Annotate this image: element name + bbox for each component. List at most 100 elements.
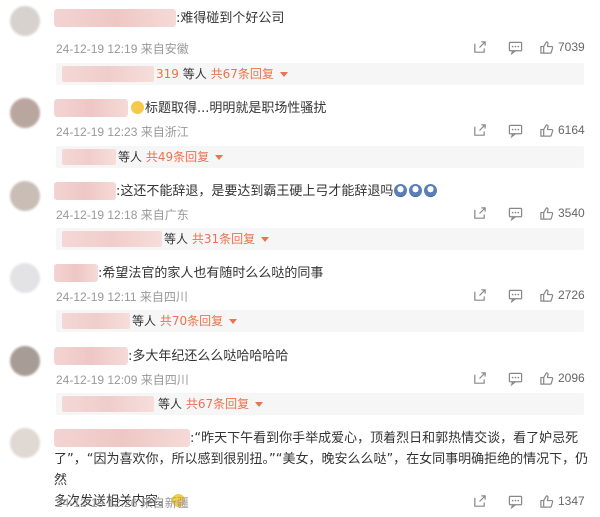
comment-icon	[508, 207, 522, 221]
reply-users-redacted	[62, 396, 154, 412]
like-count: 3540	[558, 206, 585, 220]
reply-users-redacted	[62, 66, 154, 82]
share-button[interactable]	[461, 286, 497, 304]
username-redacted[interactable]	[54, 99, 128, 117]
share-button[interactable]	[461, 38, 497, 56]
comment-icon	[508, 41, 522, 55]
like-button[interactable]: 3540	[539, 206, 586, 221]
thumb-up-icon	[540, 371, 554, 385]
thumb-up-icon	[540, 494, 554, 508]
comment-icon	[508, 495, 522, 509]
like-button[interactable]: 7039	[539, 40, 586, 55]
share-icon	[473, 206, 486, 219]
username-redacted[interactable]	[54, 347, 128, 365]
username-redacted[interactable]	[54, 9, 176, 27]
comment-line: :“昨天下午看到你手举成爱心，顶着烈日和郭热情交谈，看了妒忌死	[190, 431, 579, 446]
reply-summary-text: 等人 共49条回复	[118, 149, 224, 165]
username-redacted[interactable]	[54, 264, 98, 282]
like-button[interactable]: 1347	[539, 494, 586, 509]
share-icon	[473, 494, 486, 507]
comment-button[interactable]	[497, 204, 533, 222]
share-button[interactable]	[461, 204, 497, 222]
like-button[interactable]: 2096	[539, 371, 586, 386]
reply-users-redacted	[62, 149, 116, 165]
like-count: 2096	[558, 371, 585, 385]
crying-emoji-icon	[394, 184, 408, 197]
avatar[interactable]	[10, 428, 40, 458]
reply-summary[interactable]: 等人 共31条回复	[56, 228, 584, 250]
comment-actions: 3540	[461, 204, 586, 222]
comment-text: :多大年纪还么么哒哈哈哈哈	[128, 349, 289, 364]
comment-meta: 24-12-19 12:18 来自广东	[56, 208, 189, 222]
reply-people-label: 等人	[182, 67, 207, 81]
like-count: 2726	[558, 288, 585, 302]
reply-summary-text: 等人 共31条回复	[164, 231, 270, 247]
reply-user-count: 319	[156, 67, 179, 81]
reply-total-link[interactable]: 共70条回复	[160, 314, 223, 328]
share-icon	[473, 288, 486, 301]
reply-summary-text: 等人 共67条回复	[158, 396, 264, 412]
chevron-down-icon	[279, 72, 288, 77]
reply-total-link[interactable]: 共31条回复	[192, 232, 255, 246]
reply-users-redacted	[62, 231, 162, 247]
reply-people-label: 等人	[118, 150, 143, 164]
comment-icon	[508, 124, 522, 138]
comment-text: 标题取得...明明就是职场性骚扰	[130, 98, 326, 119]
like-count: 6164	[558, 123, 585, 137]
comment-actions: 1347	[461, 492, 586, 510]
comment-meta: 24-12-19 12:11 来自四川	[56, 290, 188, 304]
comment-meta: 24-12-19 12:26 来自新疆	[56, 496, 189, 510]
share-icon	[473, 123, 486, 136]
reply-summary[interactable]: 319 等人 共67条回复	[56, 63, 584, 85]
reply-people-label: 等人	[132, 314, 157, 328]
reply-users-redacted	[62, 313, 130, 329]
share-button[interactable]	[461, 492, 497, 510]
reply-summary-text: 319 等人 共67条回复	[156, 66, 288, 82]
username-redacted[interactable]	[54, 182, 116, 200]
thumb-up-icon	[540, 123, 554, 137]
avatar[interactable]	[10, 98, 40, 128]
comment-actions: 6164	[461, 121, 586, 139]
reply-total-link[interactable]: 共49条回复	[146, 150, 209, 164]
avatar[interactable]	[10, 346, 40, 376]
comment-meta: 24-12-19 12:19 来自安徽	[56, 42, 189, 56]
avatar[interactable]	[10, 6, 40, 36]
comment-meta: 24-12-19 12:23 来自浙江	[56, 125, 189, 139]
comment-icon	[508, 289, 522, 303]
share-icon	[473, 40, 486, 53]
like-count: 1347	[558, 494, 585, 508]
comment-button[interactable]	[497, 492, 533, 510]
avatar[interactable]	[10, 263, 40, 293]
like-button[interactable]: 2726	[539, 288, 586, 303]
comment-actions: 2726	[461, 286, 586, 304]
reply-people-label: 等人	[164, 232, 189, 246]
share-button[interactable]	[461, 369, 497, 387]
share-button[interactable]	[461, 121, 497, 139]
chevron-down-icon	[215, 155, 224, 160]
share-icon	[473, 371, 486, 384]
reply-people-label: 等人	[158, 397, 183, 411]
reply-summary[interactable]: 等人 共49条回复	[56, 146, 584, 168]
reply-total-link[interactable]: 共67条回复	[211, 67, 274, 81]
comment-text: :这还不能辞退，是要达到霸王硬上弓才能辞退吗	[116, 181, 438, 202]
chevron-down-icon	[255, 402, 264, 407]
comment-line: 了”，“因为喜欢你，所以感到很别扭。”“美女，晚安么么哒”，在女同事明确拒绝的情…	[54, 452, 589, 488]
comment-text: :希望法官的家人也有随时么么哒的同事	[98, 266, 324, 281]
reply-total-link[interactable]: 共67条回复	[186, 397, 249, 411]
comment-text: :难得碰到个好公司	[176, 11, 285, 26]
thumb-up-icon	[540, 40, 554, 54]
comment-button[interactable]	[497, 286, 533, 304]
reply-summary[interactable]: 等人 共67条回复	[56, 393, 584, 415]
comment-icon	[508, 372, 522, 386]
comment-button[interactable]	[497, 121, 533, 139]
like-button[interactable]: 6164	[539, 123, 586, 138]
avatar[interactable]	[10, 181, 40, 211]
reply-summary-text: 等人 共70条回复	[132, 313, 238, 329]
comment-actions: 7039	[461, 38, 586, 56]
comment-meta: 24-12-19 12:09 来自四川	[56, 373, 189, 387]
like-count: 7039	[558, 40, 585, 54]
thumb-up-icon	[540, 288, 554, 302]
comment-button[interactable]	[497, 38, 533, 56]
comment-button[interactable]	[497, 369, 533, 387]
reply-summary[interactable]: 等人 共70条回复	[56, 310, 584, 332]
